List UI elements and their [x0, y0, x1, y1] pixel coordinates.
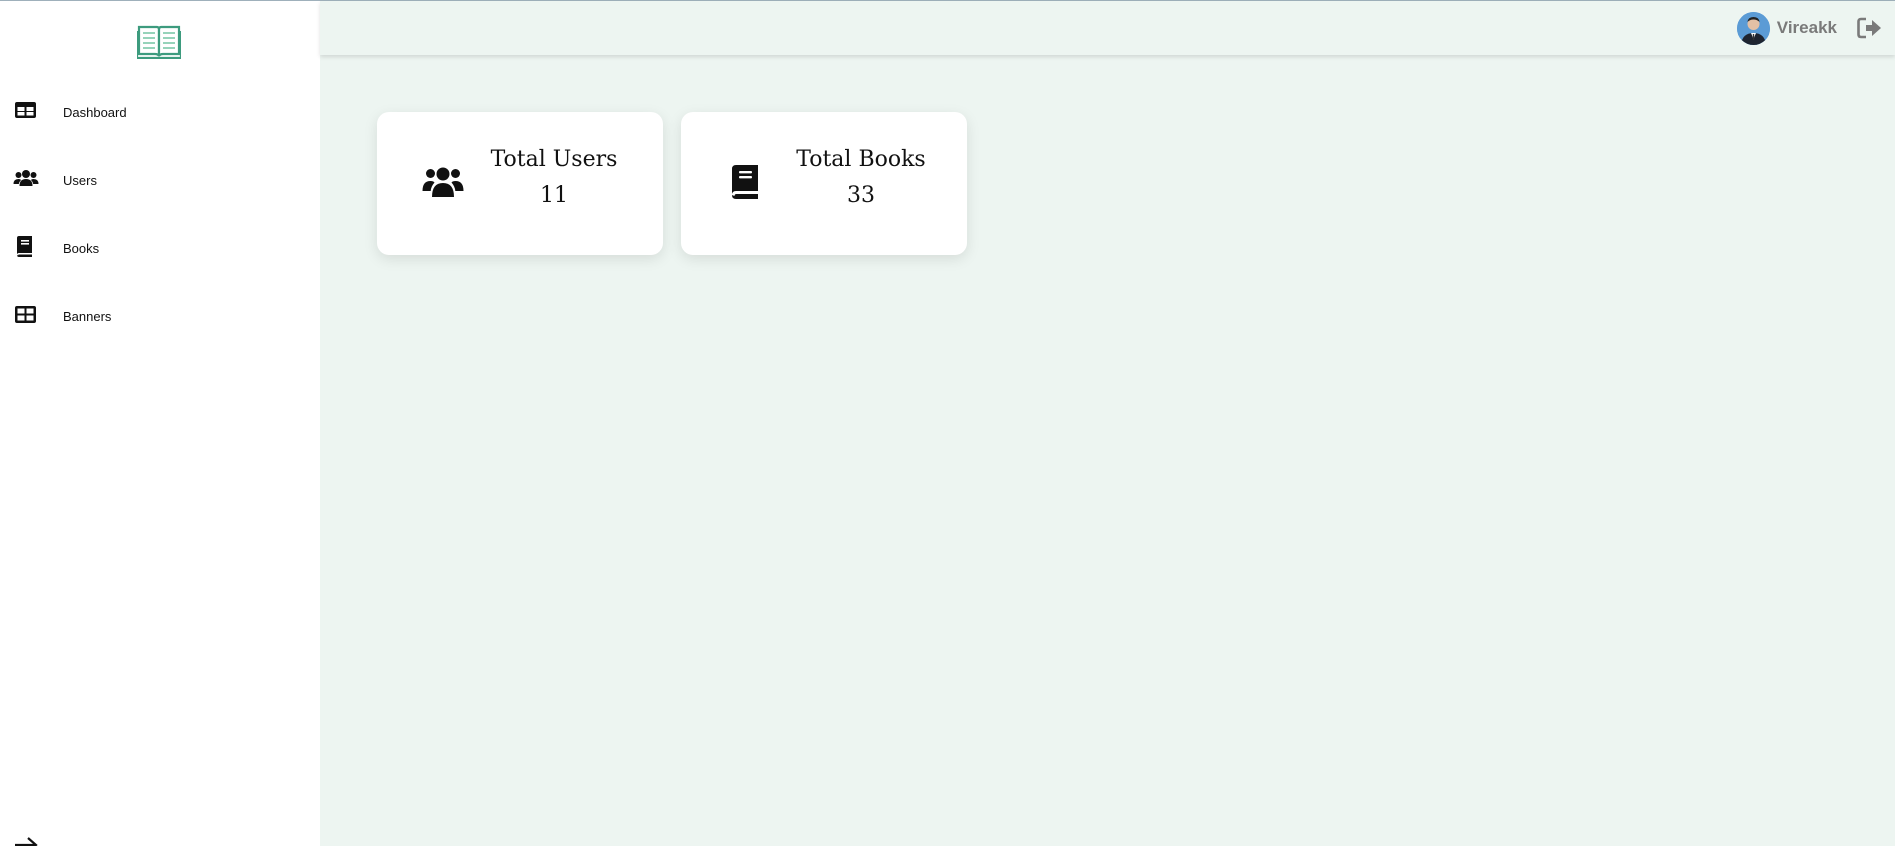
stat-card-total-users: Total Users 11 [377, 112, 663, 255]
stat-card-title: Total Books [796, 147, 926, 172]
top-header: Vireakk [320, 1, 1895, 55]
sidebar-item-label: Banners [63, 309, 112, 324]
stat-card-text: Total Users 11 [486, 146, 622, 210]
users-icon [422, 167, 464, 197]
user-menu[interactable]: Vireakk [1736, 11, 1837, 45]
stat-card-text: Total Books 33 [780, 146, 942, 210]
book-icon [17, 236, 32, 257]
stat-card-value: 33 [847, 183, 875, 208]
user-avatar-icon [1736, 11, 1770, 45]
app-window: Dashboard Users Books Banners Vireakk To… [0, 0, 1895, 846]
book-icon [732, 165, 758, 199]
sidebar-item-books[interactable]: Books [0, 223, 320, 291]
stat-card-title: Total Users [490, 147, 618, 172]
sidebar-item-label: Dashboard [63, 105, 127, 120]
users-icon [13, 170, 39, 186]
username: Vireakk [1776, 18, 1837, 37]
table-icon [15, 102, 36, 118]
sidebar-nav: Dashboard Users Books Banners [0, 87, 320, 359]
sidebar-item-banners[interactable]: Banners [0, 291, 320, 359]
sign-out-icon[interactable] [1857, 17, 1883, 39]
stat-card-value: 11 [540, 183, 568, 208]
sidebar-item-label: Users [63, 173, 97, 188]
sidebar-item-label: Books [63, 241, 100, 256]
sidebar-item-dashboard[interactable]: Dashboard [0, 87, 320, 155]
sidebar: Dashboard Users Books Banners [0, 1, 320, 846]
stat-card-total-books: Total Books 33 [681, 112, 967, 255]
sidebar-item-users[interactable]: Users [0, 155, 320, 223]
open-book-icon[interactable] [137, 23, 181, 59]
avatar [1736, 11, 1770, 45]
grid-icon [15, 306, 36, 323]
arrow-right-icon[interactable] [14, 837, 38, 846]
